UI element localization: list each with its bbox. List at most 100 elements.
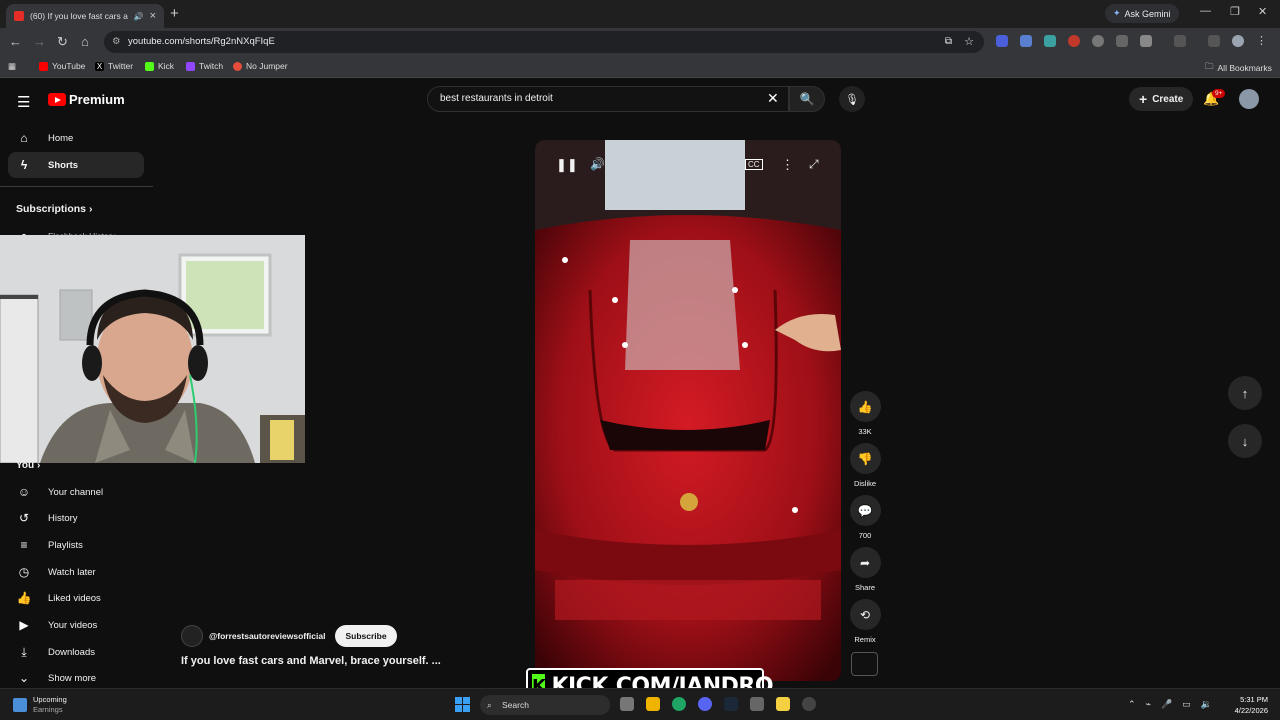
more-options-icon[interactable]: ⋮ bbox=[781, 157, 794, 173]
clear-search-icon[interactable]: ✕ bbox=[767, 90, 779, 107]
file-explorer-icon[interactable] bbox=[646, 697, 660, 711]
extension-icon[interactable] bbox=[1092, 35, 1104, 47]
pause-icon[interactable]: ❚❚ bbox=[556, 157, 578, 173]
minimize-button[interactable]: — bbox=[1200, 5, 1211, 17]
back-arrow-icon[interactable]: ← bbox=[9, 34, 22, 49]
sidebar-item-watch-later[interactable]: ◷ Watch later bbox=[8, 559, 144, 585]
fullscreen-icon[interactable]: ⤢ bbox=[809, 157, 819, 172]
windows-start-icon[interactable] bbox=[455, 697, 470, 712]
extension-icon[interactable] bbox=[1068, 35, 1080, 47]
voice-search-button[interactable]: 🎙 bbox=[839, 86, 865, 112]
sidebar-item-shorts[interactable]: ϟ Shorts bbox=[8, 152, 144, 178]
youtube-premium-logo[interactable]: Premium bbox=[48, 92, 125, 107]
sidebar-item-playlists[interactable]: ≡ Playlists bbox=[8, 532, 144, 558]
thumbs-up-icon: 👍 bbox=[849, 391, 881, 422]
channel-name[interactable]: @forrestsautoreviewsofficial bbox=[209, 631, 325, 641]
speaker-icon[interactable]: 🔉 bbox=[1201, 699, 1212, 710]
reading-list-icon[interactable] bbox=[1208, 35, 1220, 47]
history-icon: ↺ bbox=[18, 511, 30, 525]
extensions-puzzle-icon[interactable] bbox=[1140, 35, 1152, 47]
sidepanel-icon[interactable] bbox=[1174, 35, 1186, 47]
video-title[interactable]: If you love fast cars and Marvel, brace … bbox=[181, 655, 441, 667]
video-frame bbox=[535, 140, 841, 681]
home-icon[interactable]: ⌂ bbox=[81, 34, 89, 49]
app-icon[interactable] bbox=[776, 697, 790, 711]
bookmark-youtube[interactable]: YouTube bbox=[39, 61, 85, 71]
notification-badge: 9+ bbox=[1212, 89, 1226, 98]
extension-icon[interactable] bbox=[996, 35, 1008, 47]
microphone-icon[interactable]: 🎤 bbox=[1161, 699, 1172, 710]
sidebar-item-your-channel[interactable]: ☺ Your channel bbox=[8, 479, 144, 505]
forward-arrow-icon[interactable]: → bbox=[33, 34, 46, 49]
close-tab-icon[interactable]: × bbox=[150, 10, 156, 22]
bookmark-nojumper[interactable]: No Jumper bbox=[233, 61, 288, 71]
steam-icon[interactable] bbox=[724, 697, 738, 711]
shorts-video-player[interactable]: ❚❚ 🔊 CC ⋮ ⤢ bbox=[535, 140, 841, 681]
extension-icon[interactable] bbox=[1116, 35, 1128, 47]
sidebar-item-history[interactable]: ↺ History bbox=[8, 505, 144, 531]
ask-gemini-button[interactable]: ✦ Ask Gemini bbox=[1105, 4, 1179, 23]
reload-icon[interactable]: ↻ bbox=[57, 34, 68, 50]
network-icon[interactable]: ⌁ bbox=[1146, 699, 1151, 710]
sidebar-label: Show more bbox=[48, 672, 97, 684]
previous-short-button[interactable]: ↑ bbox=[1228, 376, 1262, 410]
subscriptions-heading[interactable]: Subscriptions › bbox=[16, 203, 92, 215]
create-button[interactable]: + Create bbox=[1129, 87, 1194, 111]
bookmark-kick[interactable]: Kick bbox=[145, 61, 174, 71]
all-bookmarks[interactable]: 🗀 All Bookmarks bbox=[1205, 61, 1272, 75]
display-icon[interactable]: ▭ bbox=[1182, 699, 1191, 710]
search-button[interactable]: 🔍 bbox=[789, 86, 825, 112]
sound-thumbnail[interactable] bbox=[851, 652, 878, 676]
youtube-header: ☰ Premium best restaurants in detroit ✕ … bbox=[0, 80, 1280, 120]
install-app-icon[interactable]: ⧉ bbox=[945, 31, 952, 53]
subscribe-button[interactable]: Subscribe bbox=[335, 625, 397, 647]
discord-icon[interactable] bbox=[698, 697, 712, 711]
sidebar-item-liked-videos[interactable]: 👍 Liked videos bbox=[8, 585, 144, 611]
dislike-button[interactable]: 👎 Dislike bbox=[849, 443, 881, 488]
app-icon[interactable] bbox=[802, 697, 816, 711]
close-window-button[interactable]: ✕ bbox=[1258, 5, 1267, 18]
sidebar-item-home[interactable]: ⌂ Home bbox=[8, 125, 144, 151]
captions-icon[interactable]: CC bbox=[745, 159, 763, 170]
comments-button[interactable]: 💬 700 bbox=[849, 495, 881, 540]
you-heading[interactable]: You › bbox=[16, 460, 40, 471]
widgets-button[interactable]: Upcoming Earnings bbox=[13, 695, 67, 715]
taskbar-clock[interactable]: 5:31 PM 4/22/2026 bbox=[1226, 694, 1268, 716]
search-input[interactable]: best restaurants in detroit bbox=[427, 86, 789, 112]
browser-tab-active[interactable]: (60) If you love fast cars and 🔊 × bbox=[6, 4, 164, 28]
volume-icon[interactable]: 🔊 bbox=[590, 157, 605, 171]
extension-icon[interactable] bbox=[1044, 35, 1056, 47]
app-icon[interactable] bbox=[750, 697, 764, 711]
like-button[interactable]: 👍 33K bbox=[849, 391, 881, 436]
app-icon[interactable] bbox=[620, 697, 634, 711]
share-label: Share bbox=[854, 583, 875, 592]
extension-icon[interactable] bbox=[1020, 35, 1032, 47]
bookmark-twitch[interactable]: Twitch bbox=[186, 61, 223, 71]
remix-button[interactable]: ⟲ Remix bbox=[849, 599, 881, 644]
clock-icon: ◷ bbox=[18, 565, 30, 579]
menu-hamburger-icon[interactable]: ☰ bbox=[17, 93, 30, 111]
new-tab-button[interactable]: + bbox=[170, 5, 179, 22]
account-avatar[interactable] bbox=[1239, 89, 1259, 109]
chevron-up-icon[interactable]: ⌃ bbox=[1128, 699, 1136, 710]
system-tray: ⌃ ⌁ 🎤 ▭ 🔉 bbox=[1128, 699, 1212, 710]
chrome-icon[interactable] bbox=[672, 697, 686, 711]
bookmark-star-icon[interactable]: ☆ bbox=[964, 31, 974, 53]
profile-avatar-icon[interactable] bbox=[1232, 35, 1244, 47]
bookmark-twitter[interactable]: X Twitter bbox=[95, 61, 133, 71]
webcam-overlay bbox=[0, 235, 305, 463]
sidebar-item-your-videos[interactable]: ▶ Your videos bbox=[8, 612, 144, 638]
site-info-icon[interactable]: ⚙ bbox=[112, 31, 121, 53]
speaker-icon[interactable]: 🔊 bbox=[134, 12, 144, 21]
comment-count: 700 bbox=[858, 531, 872, 540]
channel-avatar[interactable] bbox=[181, 625, 203, 647]
maximize-button[interactable]: ❐ bbox=[1230, 5, 1240, 18]
bookmarks-bar: ▦ YouTube X Twitter Kick Twitch No Jumper… bbox=[0, 56, 1280, 78]
next-short-button[interactable]: ↓ bbox=[1228, 424, 1262, 458]
share-button[interactable]: ➦ Share bbox=[849, 547, 881, 592]
apps-grid-icon[interactable]: ▦ bbox=[8, 61, 16, 72]
sidebar-item-downloads[interactable]: ⤓ Downloads bbox=[8, 639, 144, 665]
url-field[interactable]: ⚙ youtube.com/shorts/Rg2nNXqFIqE ☆ ⧉ bbox=[104, 31, 984, 53]
taskbar-search[interactable]: ⌕ Search bbox=[480, 695, 610, 715]
browser-menu-icon[interactable]: ⋮ bbox=[1256, 35, 1268, 47]
